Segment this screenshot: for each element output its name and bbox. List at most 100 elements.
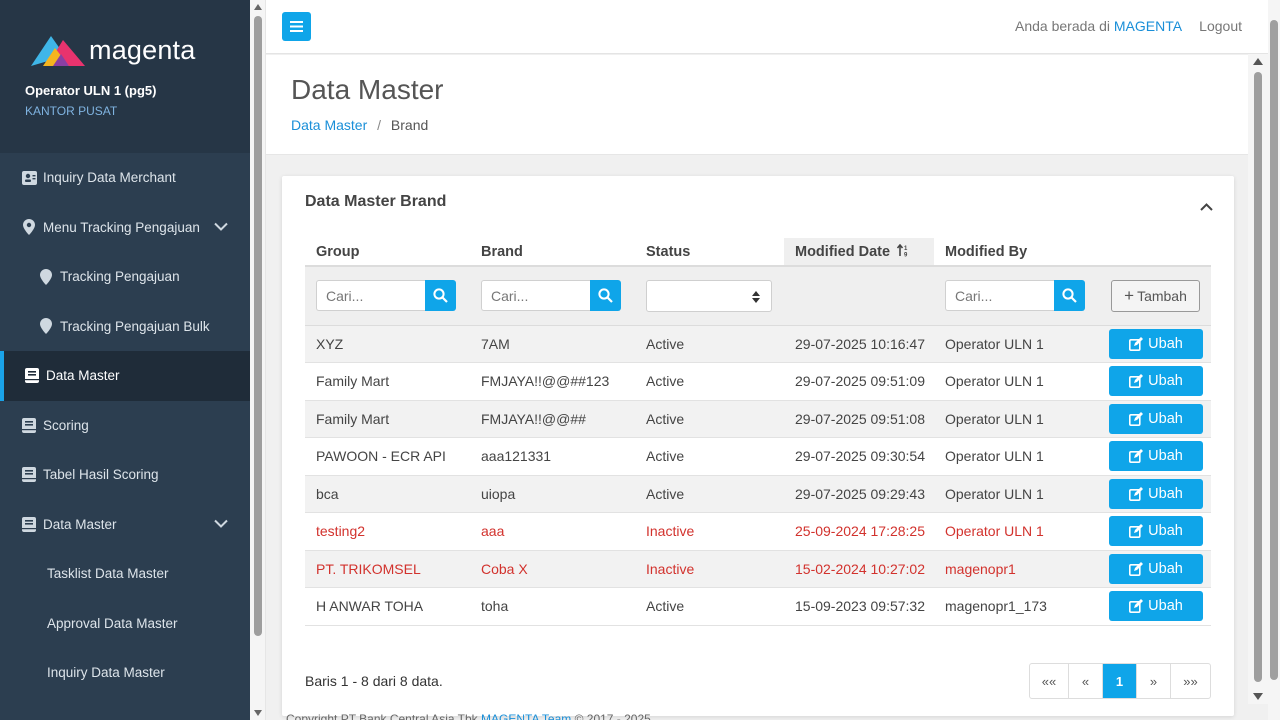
edit-button-label: Ubah bbox=[1148, 373, 1183, 390]
cell-brand: Coba X bbox=[470, 550, 635, 588]
edit-button[interactable]: Ubah bbox=[1109, 403, 1203, 434]
edit-icon bbox=[1129, 561, 1144, 576]
footer-text: Copyright PT Bank Central Asia Tbk bbox=[286, 712, 478, 720]
cell-group: bca bbox=[305, 475, 470, 513]
chevron-down-icon[interactable] bbox=[214, 220, 228, 235]
sidebar-item-tracking-pengajuan-bulk[interactable]: Tracking Pengajuan Bulk bbox=[0, 302, 250, 352]
edit-button[interactable]: Ubah bbox=[1109, 591, 1203, 622]
scrollbar-thumb[interactable] bbox=[1254, 72, 1262, 682]
pager-next-button[interactable]: » bbox=[1137, 664, 1171, 698]
search-icon bbox=[433, 288, 448, 304]
content-scrollbar[interactable] bbox=[1248, 54, 1268, 704]
edit-icon bbox=[1129, 486, 1144, 501]
cell-modified-date: 29-07-2025 09:51:09 bbox=[784, 362, 934, 401]
sidebar-item-approval-data-master[interactable]: Approval Data Master bbox=[0, 599, 250, 649]
scroll-up-arrow-icon[interactable] bbox=[1253, 58, 1263, 65]
edit-button[interactable]: Ubah bbox=[1109, 478, 1203, 509]
scrollbar-thumb[interactable] bbox=[1270, 20, 1278, 680]
breadcrumb-parent[interactable]: Data Master bbox=[291, 117, 367, 133]
cell-modified-date: 29-07-2025 09:29:43 bbox=[784, 475, 934, 513]
cell-modified-by: Operator ULN 1 bbox=[934, 325, 1098, 363]
column-header-label: Modified Date bbox=[795, 243, 891, 260]
column-header-modified-date[interactable]: Modified Date 19 bbox=[784, 238, 934, 267]
chevron-down-icon[interactable] bbox=[214, 517, 228, 532]
edit-button[interactable]: Ubah bbox=[1109, 516, 1203, 547]
location-prefix: Anda berada di bbox=[1015, 18, 1110, 34]
map-marker-icon bbox=[38, 268, 54, 285]
modified-by-search-input[interactable] bbox=[945, 280, 1054, 312]
footer-year: © 2017 - 2025 bbox=[574, 712, 651, 720]
edit-button[interactable]: Ubah bbox=[1109, 553, 1203, 584]
cell-group: Family Mart bbox=[305, 362, 470, 401]
hamburger-icon bbox=[290, 21, 303, 32]
sidebar-scrollbar[interactable] bbox=[250, 0, 266, 720]
sidebar-item-scoring[interactable]: Scoring bbox=[0, 401, 250, 451]
book-icon bbox=[21, 516, 37, 532]
sidebar-item-tasklist-data-master[interactable]: Tasklist Data Master bbox=[0, 549, 250, 599]
pager-first-button[interactable]: «« bbox=[1030, 664, 1069, 698]
add-button[interactable]: + Tambah bbox=[1111, 279, 1200, 312]
brand-table: Group Brand Status Modified Date 19 Modi… bbox=[305, 238, 1211, 626]
edit-icon bbox=[1129, 599, 1144, 614]
edit-icon bbox=[1129, 336, 1144, 351]
edit-button[interactable]: Ubah bbox=[1109, 328, 1203, 359]
svg-text:1: 1 bbox=[904, 246, 908, 252]
app-logo[interactable]: magenta bbox=[29, 30, 250, 70]
sidebar-item-inquiry-data-merchant[interactable]: Inquiry Data Merchant bbox=[0, 153, 250, 203]
logout-link[interactable]: Logout bbox=[1199, 18, 1242, 34]
cell-brand: toha bbox=[470, 587, 635, 626]
group-search-button[interactable] bbox=[425, 280, 456, 312]
cell-actions: Ubah bbox=[1098, 362, 1211, 401]
sidebar-item-label: Scoring bbox=[43, 417, 89, 433]
cell-modified-by: Operator ULN 1 bbox=[934, 475, 1098, 513]
scroll-up-arrow-icon[interactable] bbox=[254, 4, 262, 10]
sidebar-item-data-master-active[interactable]: Data Master bbox=[0, 351, 250, 401]
window-scrollbar[interactable] bbox=[1268, 0, 1280, 720]
table-row: XYZ 7AM Active 29-07-2025 10:16:47 Operator … bbox=[305, 325, 1211, 363]
scroll-down-arrow-icon[interactable] bbox=[254, 710, 262, 716]
sidebar-item-tracking-pengajuan[interactable]: Tracking Pengajuan bbox=[0, 252, 250, 302]
logo-text: magenta bbox=[89, 34, 196, 65]
column-header-status[interactable]: Status bbox=[635, 238, 784, 267]
pager-prev-button[interactable]: « bbox=[1069, 664, 1103, 698]
sidebar-item-label: Approval Data Master bbox=[47, 615, 178, 631]
page-header: Data Master Data Master / Brand bbox=[266, 55, 1248, 155]
sidebar: magenta Operator ULN 1 (pg5) KANTOR PUSA… bbox=[0, 0, 250, 720]
filter-cell-modified-by bbox=[934, 266, 1098, 326]
breadcrumb: Data Master / Brand bbox=[291, 117, 428, 133]
edit-button-label: Ubah bbox=[1148, 523, 1183, 540]
scrollbar-thumb[interactable] bbox=[254, 16, 262, 636]
sidebar-item-data-master-group[interactable]: Data Master bbox=[0, 500, 250, 550]
card-title: Data Master Brand bbox=[305, 193, 447, 210]
pager-page-1[interactable]: 1 bbox=[1103, 664, 1137, 698]
menu-toggle-button[interactable] bbox=[282, 12, 311, 41]
cell-status: Inactive bbox=[635, 512, 784, 551]
chevron-up-icon[interactable] bbox=[1200, 198, 1213, 216]
table-row: Family Mart FMJAYA!!@@##123 Active 29-07-20… bbox=[305, 362, 1211, 401]
brand-search-input[interactable] bbox=[481, 280, 590, 312]
location-link[interactable]: MAGENTA bbox=[1114, 18, 1181, 34]
sidebar-item-inquiry-data-master[interactable]: Inquiry Data Master bbox=[0, 648, 250, 698]
edit-button[interactable]: Ubah bbox=[1109, 441, 1203, 472]
brand-search-button[interactable] bbox=[590, 280, 621, 312]
group-search-input[interactable] bbox=[316, 280, 425, 312]
column-header-brand[interactable]: Brand bbox=[470, 238, 635, 267]
column-header-modified-by[interactable]: Modified By bbox=[934, 238, 1098, 267]
edit-button[interactable]: Ubah bbox=[1109, 366, 1203, 397]
status-select[interactable] bbox=[646, 279, 772, 312]
brand-card: Data Master Brand Group Brand Status Mod… bbox=[282, 176, 1234, 716]
cell-group: XYZ bbox=[305, 325, 470, 363]
search-icon bbox=[598, 288, 613, 304]
map-marker-icon bbox=[21, 219, 37, 236]
scroll-down-arrow-icon[interactable] bbox=[1253, 693, 1263, 700]
sidebar-item-tabel-hasil-scoring[interactable]: Tabel Hasil Scoring bbox=[0, 450, 250, 500]
footer-link[interactable]: MAGENTA Team bbox=[481, 712, 571, 720]
topbar: Anda berada di MAGENTA Logout bbox=[266, 0, 1270, 54]
edit-icon bbox=[1129, 374, 1144, 389]
sidebar-item-menu-tracking-pengajuan[interactable]: Menu Tracking Pengajuan bbox=[0, 203, 250, 253]
book-icon bbox=[21, 467, 37, 483]
column-header-group[interactable]: Group bbox=[305, 238, 470, 267]
modified-by-search-button[interactable] bbox=[1054, 280, 1085, 312]
edit-icon bbox=[1129, 524, 1144, 539]
pager-last-button[interactable]: »» bbox=[1171, 664, 1210, 698]
